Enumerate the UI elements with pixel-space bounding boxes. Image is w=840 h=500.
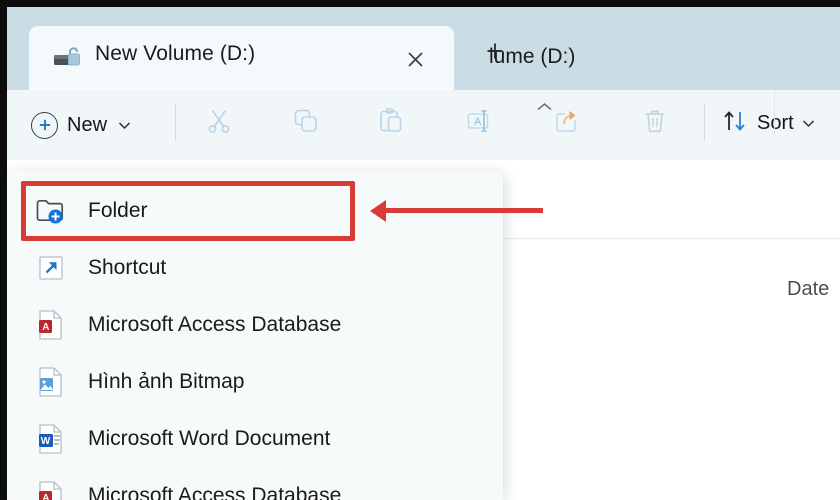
toolbar-separator-right — [704, 103, 705, 141]
annotation-arrow-head — [370, 200, 386, 222]
column-header-date[interactable]: Date — [787, 278, 829, 301]
toolbar-separator-left — [175, 103, 176, 141]
chevron-down-icon — [118, 118, 131, 133]
annotation-highlight-box — [21, 181, 355, 241]
menu-item-access-database[interactable]: A Microsoft Access Database — [7, 296, 503, 353]
menu-item-access-database-2[interactable]: A Microsoft Access Database — [7, 467, 503, 500]
column-sort-caret-icon[interactable] — [535, 100, 554, 117]
sort-button-label: Sort — [757, 112, 794, 135]
menu-item-label: Microsoft Word Document — [88, 427, 330, 451]
chevron-down-icon-sort — [802, 116, 815, 131]
svg-text:W: W — [41, 436, 51, 447]
menu-item-word-document[interactable]: W Microsoft Word Document — [7, 410, 503, 467]
share-icon — [554, 108, 580, 139]
copy-button[interactable] — [287, 104, 325, 142]
paste-button[interactable] — [372, 104, 410, 142]
menu-item-shortcut[interactable]: Shortcut — [7, 239, 503, 296]
shortcut-arrow-icon — [34, 251, 68, 285]
paste-icon — [378, 108, 404, 139]
drive-bitlocker-unlocked-icon — [53, 46, 83, 72]
menu-item-label: Microsoft Access Database — [88, 313, 341, 337]
access-file-icon: A — [34, 479, 68, 500]
tab-new-volume-d[interactable]: New Volume (D:) — [29, 26, 454, 90]
annotation-arrow-line — [383, 208, 543, 213]
bitmap-image-icon — [34, 365, 68, 399]
svg-text:A: A — [42, 322, 49, 333]
access-file-icon: A — [34, 308, 68, 342]
word-file-icon: W — [34, 422, 68, 456]
breadcrumb[interactable]: lume (D:) — [489, 45, 575, 69]
close-icon[interactable] — [400, 44, 430, 74]
tab-title: New Volume (D:) — [95, 42, 255, 66]
svg-text:A: A — [474, 116, 482, 128]
cut-icon — [206, 108, 232, 139]
menu-item-label: Hình ảnh Bitmap — [88, 370, 244, 394]
file-explorer-window: New Volume (D:) New — [0, 0, 840, 500]
sort-arrows-icon — [722, 109, 749, 138]
menu-item-bitmap-image[interactable]: Hình ảnh Bitmap — [7, 353, 503, 410]
window-frame-top — [0, 0, 840, 7]
title-bar: New Volume (D:) — [7, 7, 840, 90]
delete-button[interactable] — [636, 104, 674, 142]
cut-button[interactable] — [200, 104, 238, 142]
rename-icon: A — [466, 108, 492, 139]
rename-button[interactable]: A — [460, 104, 498, 142]
new-button-label: New — [67, 114, 107, 137]
column-divider — [774, 90, 775, 134]
svg-text:A: A — [42, 493, 49, 500]
menu-item-label: Microsoft Access Database — [88, 484, 341, 500]
plus-circle-icon — [31, 112, 58, 139]
delete-icon — [642, 108, 668, 139]
window-frame-left — [0, 0, 7, 500]
menu-item-label: Shortcut — [88, 256, 166, 280]
copy-icon — [293, 108, 319, 139]
sort-button[interactable]: Sort — [722, 104, 815, 142]
new-button[interactable]: New — [23, 104, 139, 146]
